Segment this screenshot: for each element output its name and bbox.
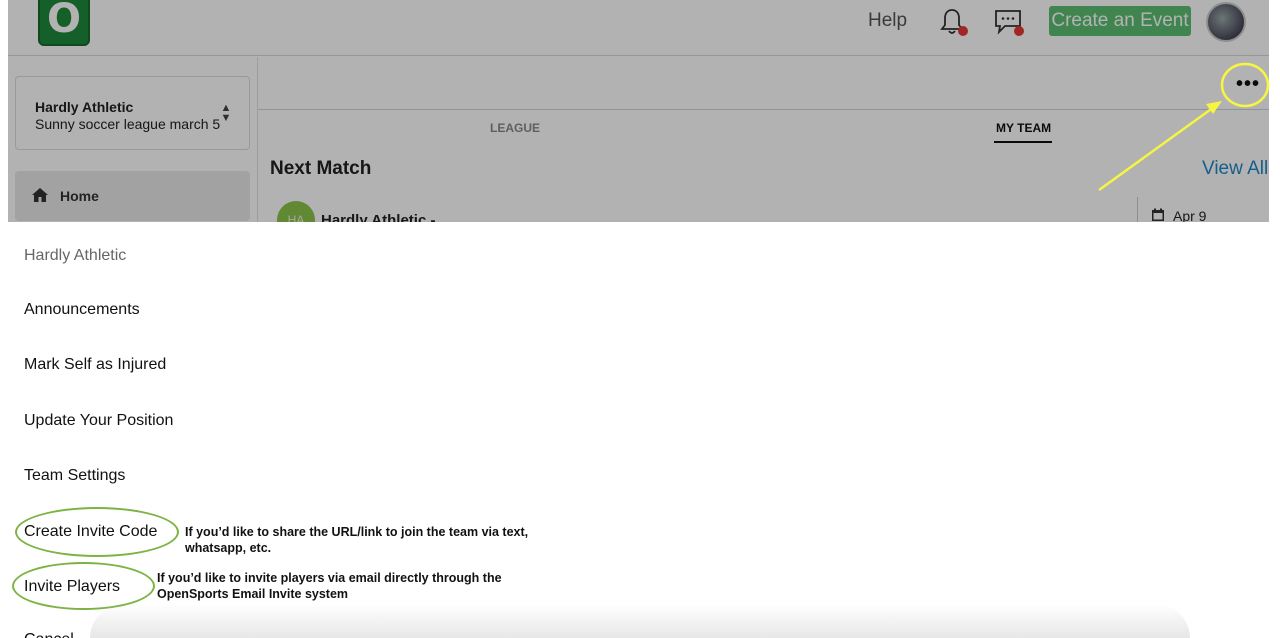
action-sheet-header: Hardly Athletic: [24, 247, 127, 264]
menu-item-team-settings[interactable]: Team Settings: [24, 466, 125, 486]
modal-backdrop[interactable]: [8, 0, 1269, 222]
annotation-note-invite-code: If you’d like to share the URL/link to j…: [185, 525, 529, 555]
annotation-highlight-invite-code: [15, 507, 179, 557]
menu-item-cancel[interactable]: Cancel: [24, 630, 74, 638]
team-action-sheet: Hardly Athletic Announcements Mark Self …: [8, 222, 1269, 638]
menu-item-update-position[interactable]: Update Your Position: [24, 411, 173, 431]
annotation-note-invite-players: If you’d like to invite players via emai…: [157, 571, 502, 601]
menu-item-announcements[interactable]: Announcements: [24, 300, 140, 320]
menu-item-mark-injured[interactable]: Mark Self as Injured: [24, 355, 166, 375]
sheet-bottom-shadow: [90, 604, 1190, 638]
background-app: O Help Create an Event Hardly Athletic S…: [8, 0, 1269, 222]
annotation-highlight-invite-players: [12, 562, 155, 610]
